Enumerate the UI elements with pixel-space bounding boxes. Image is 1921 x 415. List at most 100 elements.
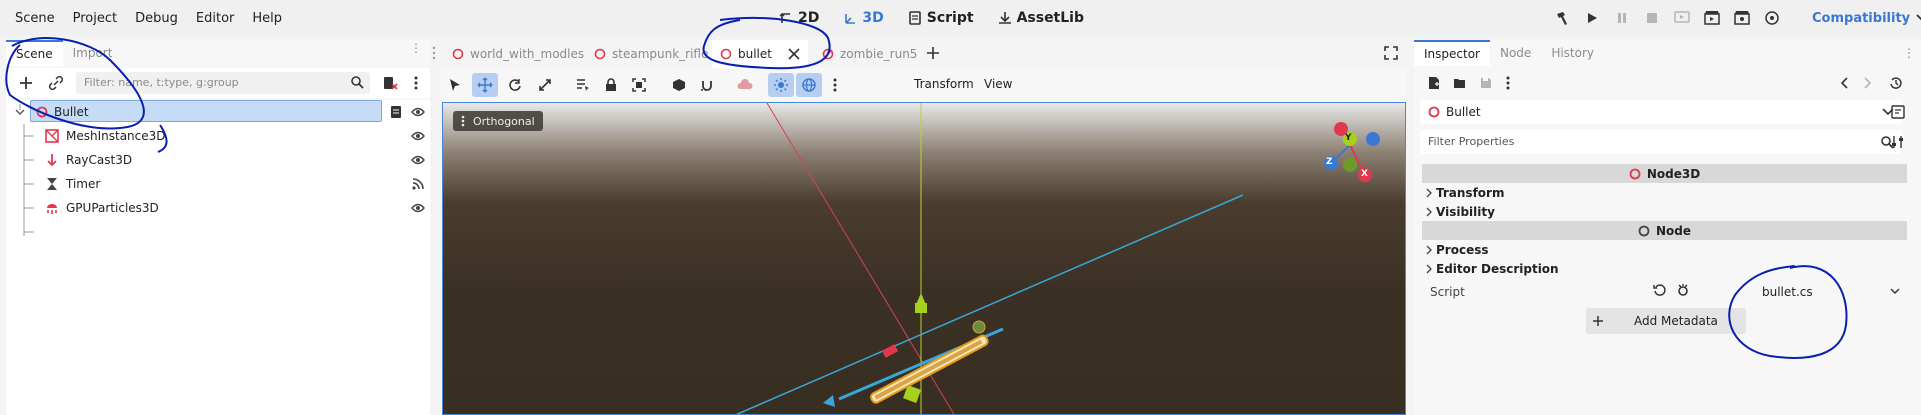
workspace-switcher: 2D 3D Script AssetLib [770, 0, 1093, 36]
menu-scene[interactable]: Scene [6, 11, 64, 26]
tree-item-gpuparticles3d[interactable]: GPUParticles3D [6, 196, 430, 220]
play-button[interactable] [1578, 5, 1606, 31]
visibility-eye-icon[interactable] [410, 104, 426, 120]
tab-node[interactable]: Node [1490, 40, 1541, 66]
tab-inspector[interactable]: Inspector [1414, 40, 1490, 66]
visibility-eye-icon[interactable] [410, 152, 426, 168]
new-file-icon [1429, 77, 1439, 89]
workspace-assetlib-button[interactable]: AssetLib [989, 10, 1093, 26]
property-filter-input[interactable]: Filter Properties [1420, 130, 1902, 154]
scene-filter-input[interactable]: Filter: name, t:type, g:group [76, 72, 370, 94]
tree-item-bullet[interactable]: Bullet [6, 100, 430, 124]
preview-environment-light-button[interactable] [768, 73, 794, 97]
build-button[interactable] [1548, 5, 1576, 31]
preview-environment-button[interactable] [796, 73, 822, 97]
section-node3d[interactable]: Node3D [1422, 164, 1907, 183]
property-script: Script bullet.cs [1422, 282, 1907, 306]
scene-tab-label: zombie_run5 [840, 47, 918, 61]
chevron-down-icon[interactable] [1890, 288, 1900, 296]
workspace-3d-button[interactable]: 3D [834, 10, 892, 26]
tab-history[interactable]: History [1541, 40, 1604, 66]
plus-icon [927, 47, 939, 59]
instance-scene-button[interactable] [44, 72, 68, 94]
section-node[interactable]: Node [1422, 221, 1907, 240]
scene-tab-steampunk-rifle[interactable]: steampunk_rifle [586, 40, 716, 68]
object-doc-button[interactable] [1888, 102, 1908, 122]
menu-help[interactable]: Help [243, 11, 291, 26]
new-resource-button[interactable] [1422, 72, 1446, 94]
node3d-icon [594, 48, 606, 60]
view-menu[interactable]: View [984, 77, 1012, 91]
tree-item-timer[interactable]: Timer [6, 172, 430, 196]
visibility-eye-icon[interactable] [410, 200, 426, 216]
group-editor-description[interactable]: Editor Description [1426, 262, 1559, 276]
3d-viewport[interactable]: Orthogonal Y Z X [442, 102, 1406, 415]
recent-history-button[interactable] [1884, 72, 1908, 94]
save-resource-button[interactable] [1474, 72, 1498, 94]
group-transform[interactable]: Transform [1426, 186, 1504, 200]
distraction-free-button[interactable] [1384, 46, 1398, 64]
scale-tool-button[interactable] [532, 73, 558, 97]
environment-options-button[interactable] [822, 73, 848, 97]
dock-splitter[interactable] [432, 36, 436, 415]
snap-mesh-button[interactable] [666, 73, 692, 97]
transform-menu[interactable]: Transform [914, 77, 974, 91]
workspace-2d-button[interactable]: 2D [770, 10, 828, 26]
scene-tree-options-button[interactable] [404, 72, 428, 94]
signal-icon[interactable] [410, 176, 426, 192]
play-scene-button[interactable] [1698, 5, 1726, 31]
workspace-script-button[interactable]: Script [899, 10, 983, 26]
scale-icon [539, 79, 551, 91]
group-process[interactable]: Process [1426, 243, 1489, 257]
property-options-button[interactable] [1888, 132, 1908, 152]
snap-toggle-button[interactable] [694, 73, 720, 97]
inspector-splitter[interactable] [1408, 36, 1412, 415]
script-icon[interactable] [388, 104, 404, 120]
add-node-button[interactable] [14, 72, 38, 94]
load-resource-button[interactable] [1448, 72, 1472, 94]
add-metadata-button[interactable]: Add Metadata [1586, 308, 1746, 334]
chevron-right-icon [1426, 264, 1432, 274]
stop-button[interactable] [1638, 5, 1666, 31]
workspace-2d-label: 2D [798, 10, 820, 26]
lock-button[interactable] [598, 73, 624, 97]
visibility-eye-icon[interactable] [410, 128, 426, 144]
dock-options-icon[interactable]: ⋮ [410, 42, 422, 54]
movie-maker-button[interactable] [1758, 5, 1786, 31]
history-back-button[interactable] [1832, 72, 1856, 94]
menu-project[interactable]: Project [64, 11, 126, 26]
history-forward-button[interactable] [1856, 72, 1880, 94]
rotate-tool-button[interactable] [502, 73, 528, 97]
renderer-selector[interactable]: Compatibility [1812, 0, 1921, 36]
chevron-right-icon [1864, 77, 1872, 89]
move-tool-button[interactable] [472, 73, 498, 97]
scene-tab-world-with-modles[interactable]: world_with_modles [444, 40, 592, 68]
resource-options-button[interactable] [1496, 72, 1520, 94]
close-icon[interactable] [788, 48, 800, 60]
play-custom-scene-button[interactable] [1728, 5, 1756, 31]
dock-options-icon[interactable]: ⋮ [1903, 46, 1915, 60]
tree-item-meshinstance3d[interactable]: MeshInstance3D [6, 124, 430, 148]
select-tool-button[interactable] [442, 73, 468, 97]
scene-tab-bullet[interactable]: bullet [712, 40, 808, 68]
tab-import[interactable]: Import [63, 40, 123, 66]
tab-scene[interactable]: Scene [6, 40, 63, 66]
pause-button[interactable] [1608, 5, 1636, 31]
inspector-tabs: Inspector Node History [1414, 40, 1921, 66]
script-gear-icon[interactable] [1676, 283, 1690, 300]
scene-tab-zombie-run5[interactable]: zombie_run5 [814, 40, 925, 68]
tree-item-raycast3d[interactable]: RayCast3D [6, 148, 430, 172]
add-scene-tab-button[interactable] [926, 46, 940, 64]
script-value[interactable]: bullet.cs [1762, 285, 1813, 299]
preview-sun-button[interactable] [732, 73, 758, 97]
attach-script-button[interactable] [378, 72, 402, 94]
remote-debug-button[interactable] [1668, 5, 1696, 31]
gizmo-axis-z-label: Z [1326, 157, 1333, 167]
menu-editor[interactable]: Editor [187, 11, 243, 26]
revert-button[interactable] [1653, 283, 1667, 300]
group-button[interactable] [626, 73, 652, 97]
list-select-button[interactable] [570, 73, 596, 97]
group-visibility[interactable]: Visibility [1426, 205, 1495, 219]
inspected-object-selector[interactable]: Bullet [1420, 100, 1902, 124]
menu-debug[interactable]: Debug [126, 11, 187, 26]
